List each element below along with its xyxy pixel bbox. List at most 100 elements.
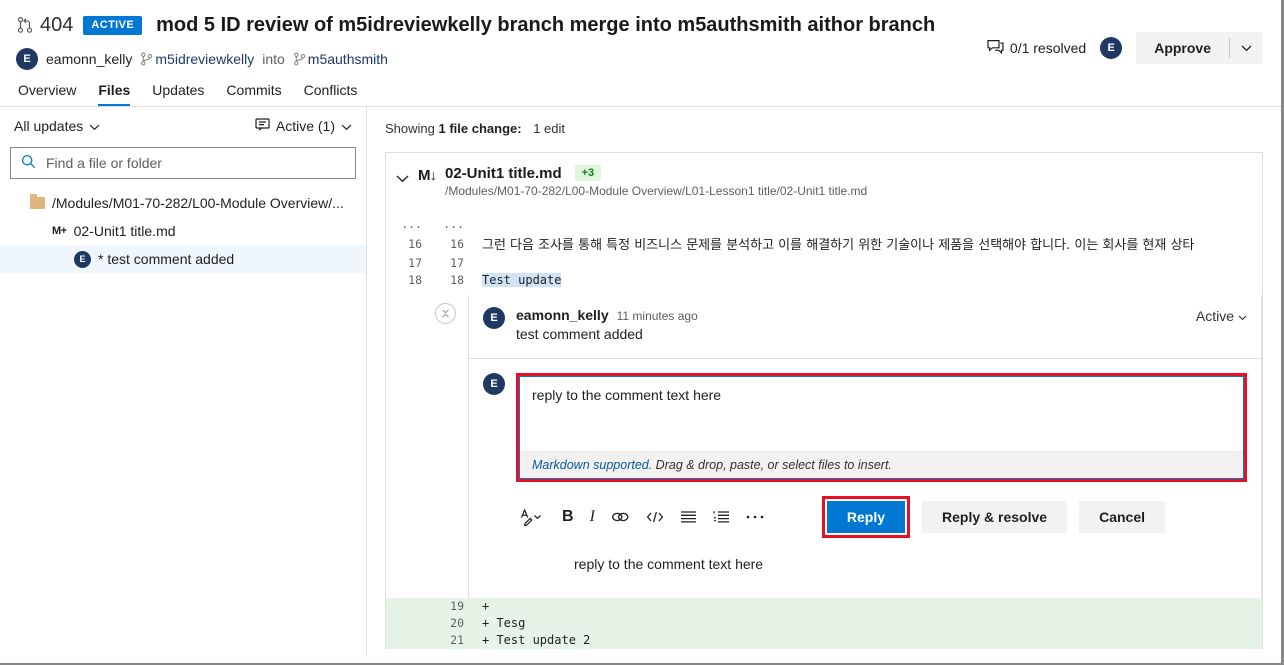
tree-folder-row[interactable]: /Modules/M01-70-282/L00-Module Overview/… <box>0 189 366 217</box>
diff-new-line-number: 17 <box>450 256 464 270</box>
file-diff-name: 02-Unit1 title.md <box>445 165 562 182</box>
tree-comment-row[interactable]: E * test comment added <box>0 245 366 273</box>
diff-code: + <box>482 599 497 613</box>
comment-author: eamonn_kelly <box>516 307 609 323</box>
avatar: E <box>16 48 38 70</box>
reply-draft-text[interactable]: reply to the comment text here <box>520 377 1243 451</box>
search-input[interactable] <box>44 154 345 172</box>
diff-code: Test update <box>474 272 1262 289</box>
file-diff-header[interactable]: M↓ 02-Unit1 title.md +3 /Modules/M01-70-… <box>386 153 1262 209</box>
code-icon[interactable] <box>646 507 664 527</box>
pr-author-name: eamonn_kelly <box>46 51 133 67</box>
diff-new-line-number: ··· <box>443 220 464 234</box>
diff-new-line-number: 20 <box>450 616 464 630</box>
resolved-count-chip[interactable]: 0/1 resolved <box>987 39 1086 57</box>
diff-old-line-number: 17 <box>408 256 422 270</box>
link-icon[interactable] <box>611 507 630 527</box>
approve-button[interactable]: Approve <box>1136 32 1263 64</box>
reply-action-row: B I Reply Reply & resolve Cancel <box>516 496 1247 538</box>
target-branch-label: m5authsmith <box>307 51 388 67</box>
files-sidebar: All updates Active (1) Find a file or fo… <box>0 107 367 655</box>
tree-comment-label: * test comment added <box>98 251 235 267</box>
cancel-button[interactable]: Cancel <box>1079 501 1165 533</box>
tab-files[interactable]: Files <box>98 82 130 106</box>
diff-code: 그런 다음 조사를 통해 특정 비즈니스 문제를 분석하고 이를 해결하기 위한… <box>482 238 1195 253</box>
comment-status-dropdown[interactable]: Active <box>1196 308 1247 324</box>
reply-button[interactable]: Reply <box>826 501 906 533</box>
comments-filter-label: Active (1) <box>275 118 335 134</box>
bold-icon[interactable]: B <box>562 507 574 527</box>
tab-overview[interactable]: Overview <box>18 82 76 106</box>
comment-filter-icon <box>255 118 270 134</box>
updates-filter-dropdown[interactable]: All updates <box>14 118 100 134</box>
showing-prefix: Showing <box>385 121 435 136</box>
approve-dropdown-toggle[interactable] <box>1230 32 1263 64</box>
diff-code: + Tesg <box>482 616 526 630</box>
reply-preview-text: reply to the comment text here <box>574 556 764 572</box>
diff-old-line-number: ··· <box>401 220 422 234</box>
avatar: E <box>74 250 91 268</box>
collapse-chevron-icon[interactable] <box>396 170 409 186</box>
diff-new-line-number: 18 <box>450 273 464 287</box>
diff-row-added: 20 + Tesg <box>386 615 1262 632</box>
diff-row: 16 16 그런 다음 조사를 통해 특정 비즈니스 문제를 분석하고 이를 해… <box>386 236 1262 255</box>
content-area: All updates Active (1) Find a file or fo… <box>0 107 1281 655</box>
target-branch-link[interactable]: m5authsmith <box>293 51 388 67</box>
markdown-hint: Markdown supported. Drag & drop, paste, … <box>520 451 1243 478</box>
avatar: E <box>483 307 505 329</box>
folder-icon <box>30 194 45 209</box>
diff-row-added: 19 + <box>386 598 1262 615</box>
reply-editor-block: E reply to the comment text here Markdow… <box>469 359 1261 598</box>
comment-text: test comment added <box>516 326 643 342</box>
modified-file-icon: M↓ <box>418 167 437 184</box>
bulleted-list-icon[interactable] <box>680 507 697 527</box>
diff-panel: Showing 1 file change: 1 edit M↓ 02-Unit… <box>367 107 1281 655</box>
reviewer-avatar[interactable]: E <box>1100 37 1123 59</box>
source-branch-link[interactable]: m5idreviewkelly <box>140 51 254 67</box>
markdown-supported-link[interactable]: Markdown supported. <box>532 458 652 472</box>
markdown-file-icon: M+ <box>52 225 67 237</box>
numbered-list-icon[interactable] <box>713 507 730 527</box>
reply-and-resolve-button[interactable]: Reply & resolve <box>922 501 1068 533</box>
pr-tab-bar: Overview Files Updates Commits Conflicts <box>0 74 1281 106</box>
italic-icon[interactable]: I <box>590 507 595 527</box>
comment-thread: E eamonn_kelly 11 minutes ago test comme… <box>386 295 1262 598</box>
file-diff-card: M↓ 02-Unit1 title.md +3 /Modules/M01-70-… <box>385 152 1263 649</box>
comment-item: E eamonn_kelly 11 minutes ago test comme… <box>469 295 1261 359</box>
sidebar-toolbar: All updates Active (1) <box>0 107 366 143</box>
comment-meta: eamonn_kelly 11 minutes ago <box>516 307 1247 323</box>
tree-file-row[interactable]: M+ 02-Unit1 title.md <box>0 217 366 245</box>
file-diff-path: /Modules/M01-70-282/L00-Module Overview/… <box>445 184 868 198</box>
reply-column: reply to the comment text here Markdown … <box>516 373 1247 588</box>
font-style-icon[interactable] <box>520 507 546 527</box>
comment-timestamp: 11 minutes ago <box>616 309 698 323</box>
file-search-box[interactable] <box>10 147 356 179</box>
header-actions: 0/1 resolved E Approve <box>987 32 1263 64</box>
tab-commits[interactable]: Commits <box>226 82 281 106</box>
thread-gutter <box>386 295 468 598</box>
more-options-icon[interactable] <box>746 507 764 527</box>
comments-filter-dropdown[interactable]: Active (1) <box>255 118 352 134</box>
chevron-down-icon <box>89 118 100 134</box>
diff-row-added: 21 + Test update 2 <box>386 632 1262 649</box>
comment-body: eamonn_kelly 11 minutes ago test comment… <box>516 307 1247 342</box>
tab-conflicts[interactable]: Conflicts <box>304 82 358 106</box>
reply-button-highlight: Reply <box>821 496 911 538</box>
thread-collapse-button[interactable] <box>435 303 456 324</box>
diff-row: 17 17 <box>386 255 1262 272</box>
thread-card: E eamonn_kelly 11 minutes ago test comme… <box>468 295 1262 598</box>
pr-header: 404 ACTIVE mod 5 ID review of m5idreview… <box>0 0 1281 74</box>
markdown-hint-text: Drag & drop, paste, or select files to i… <box>652 458 892 472</box>
chevron-down-icon <box>341 118 352 134</box>
diff-code-highlight: Test update <box>482 273 562 287</box>
showing-summary: Showing 1 file change: 1 edit <box>367 107 1281 136</box>
tree-file-label: 02-Unit1 title.md <box>73 223 176 239</box>
reply-textarea[interactable]: reply to the comment text here Markdown … <box>519 376 1244 479</box>
branch-icon <box>293 52 306 66</box>
approve-button-label: Approve <box>1154 40 1211 56</box>
diff-new-line-number: 16 <box>450 237 464 251</box>
diff-lines-bottom: 19 + 20 + Tesg 21 + Test update 2 <box>386 598 1262 649</box>
tab-updates[interactable]: Updates <box>152 82 204 106</box>
showing-count: 1 file change: <box>438 121 522 136</box>
source-branch-label: m5idreviewkelly <box>155 51 255 67</box>
